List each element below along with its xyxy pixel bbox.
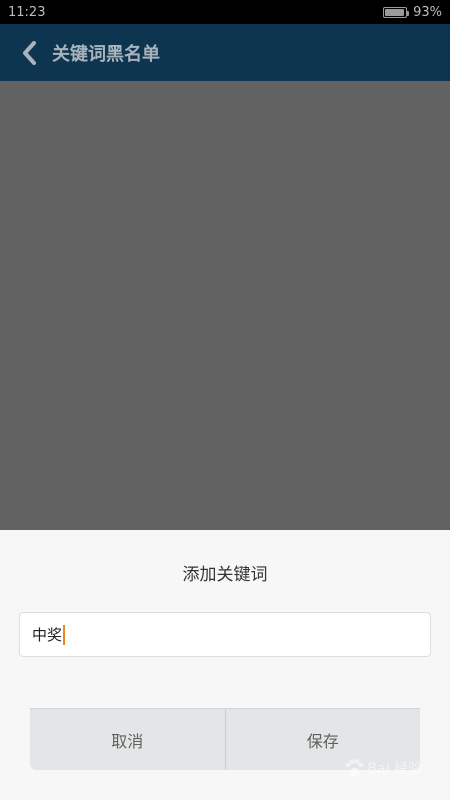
status-time: 11:23 <box>8 4 46 20</box>
dimmed-overlay[interactable] <box>0 81 450 530</box>
screen: 11:23 93% 关键词黑名单 添加关键词 中奖 取消 保存 Bai 经验 <box>0 0 450 800</box>
text-caret <box>63 624 66 645</box>
add-keyword-dialog: 添加关键词 中奖 取消 保存 Bai 经验 <box>0 530 450 800</box>
battery-percent: 93% <box>413 4 442 20</box>
dialog-title: 添加关键词 <box>182 565 268 585</box>
back-button[interactable] <box>16 33 42 73</box>
battery-fill <box>385 8 405 16</box>
app-header: 关键词黑名单 <box>0 24 450 81</box>
page-title: 关键词黑名单 <box>52 43 160 65</box>
battery-icon <box>383 6 410 18</box>
status-bar: 11:23 93% <box>0 0 450 24</box>
cancel-button[interactable]: 取消 <box>30 709 225 770</box>
keyword-input[interactable]: 中奖 <box>19 612 431 657</box>
keyword-input-value: 中奖 <box>32 626 63 644</box>
dialog-button-row: 取消 保存 <box>30 708 420 770</box>
status-right: 93% <box>383 5 442 20</box>
save-button[interactable]: 保存 <box>224 709 421 770</box>
chevron-left-icon <box>23 40 36 65</box>
